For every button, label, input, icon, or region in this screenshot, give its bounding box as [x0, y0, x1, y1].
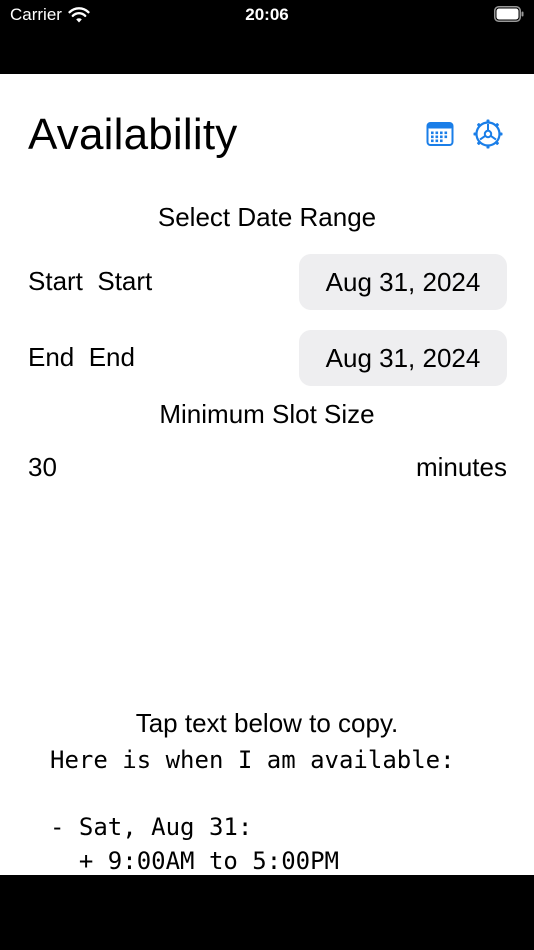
page-title: Availability — [28, 110, 238, 159]
gear-icon — [473, 119, 503, 149]
bottom-bar — [0, 875, 534, 950]
calendar-button[interactable] — [424, 118, 456, 150]
end-date-label: End End — [28, 342, 135, 372]
slot-size-unit: minutes — [415, 452, 507, 482]
start-date-label: Start Start — [28, 266, 153, 296]
settings-button[interactable] — [472, 118, 504, 150]
battery-icon — [494, 6, 524, 22]
end-date-picker[interactable]: Aug 31, 2024 — [299, 330, 507, 386]
copy-hint: Tap text below to copy. — [135, 708, 399, 738]
status-bar: Carrier 20:06 — [0, 0, 534, 74]
calendar-icon — [426, 122, 454, 146]
main-screen: Availability Select Date Range Start Sta… — [0, 74, 534, 875]
end-date-value: Aug 31, 2024 — [325, 342, 481, 373]
start-date-value: Aug 31, 2024 — [325, 266, 481, 297]
slot-size-input[interactable]: 30 — [28, 452, 57, 483]
availability-text[interactable]: Here is when I am available: - Sat, Aug … — [50, 744, 455, 875]
date-range-heading: Select Date Range — [157, 202, 377, 232]
slot-size-heading: Minimum Slot Size — [159, 399, 375, 429]
start-date-picker[interactable]: Aug 31, 2024 — [299, 254, 507, 310]
status-clock: 20:06 — [245, 5, 289, 24]
